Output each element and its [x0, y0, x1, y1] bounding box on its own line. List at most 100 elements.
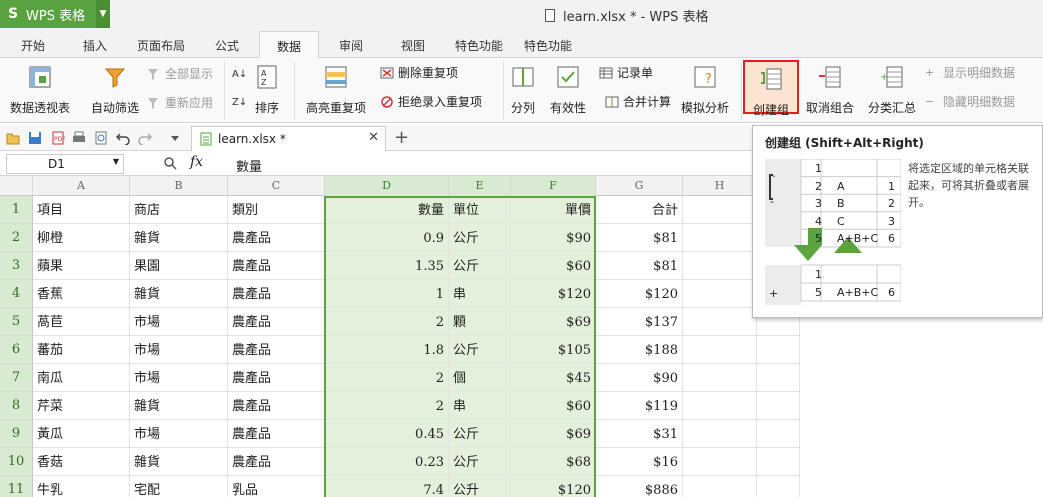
- table-cell[interactable]: 農產品: [228, 392, 325, 420]
- table-cell[interactable]: $120: [511, 476, 596, 497]
- table-cell[interactable]: [757, 420, 800, 448]
- pivot-table-button[interactable]: 数据透视表: [8, 64, 72, 116]
- close-icon[interactable]: ✕: [368, 130, 379, 145]
- table-cell[interactable]: 2: [325, 364, 449, 392]
- row-header[interactable]: 8: [0, 392, 33, 420]
- tab-insert[interactable]: 插入: [83, 37, 107, 54]
- zoom-icon[interactable]: [163, 156, 177, 170]
- save-icon[interactable]: [28, 131, 42, 145]
- table-cell[interactable]: 乳品: [228, 476, 325, 497]
- print-preview-icon[interactable]: [94, 131, 108, 145]
- table-cell[interactable]: 果園: [130, 252, 228, 280]
- table-cell[interactable]: [757, 336, 800, 364]
- create-group-button[interactable]: 创建组: [743, 60, 799, 117]
- table-cell[interactable]: 公斤: [449, 448, 511, 476]
- table-cell[interactable]: 2: [325, 392, 449, 420]
- ungroup-button[interactable]: 取消组合: [801, 64, 859, 116]
- table-cell[interactable]: [683, 336, 757, 364]
- tab-special-2[interactable]: 特色功能: [524, 37, 572, 54]
- table-cell[interactable]: $119: [596, 392, 683, 420]
- formula-input[interactable]: 數量: [236, 156, 262, 175]
- table-cell[interactable]: 農產品: [228, 308, 325, 336]
- table-cell[interactable]: $105: [511, 336, 596, 364]
- split-column-button[interactable]: 分列: [508, 64, 538, 116]
- table-cell[interactable]: $137: [596, 308, 683, 336]
- table-cell[interactable]: 商店: [130, 196, 228, 224]
- row-header[interactable]: 10: [0, 448, 33, 476]
- customize-toolbar-icon[interactable]: [168, 131, 182, 145]
- table-cell[interactable]: 公斤: [449, 336, 511, 364]
- table-cell[interactable]: 公斤: [449, 224, 511, 252]
- table-cell[interactable]: 農產品: [228, 224, 325, 252]
- row-header[interactable]: 4: [0, 280, 33, 308]
- table-cell[interactable]: 項目: [33, 196, 130, 224]
- table-cell[interactable]: [683, 392, 757, 420]
- table-cell[interactable]: [683, 224, 757, 252]
- table-cell[interactable]: 顆: [449, 308, 511, 336]
- consolidate-button[interactable]: 合并计算: [605, 93, 671, 110]
- table-cell[interactable]: 市場: [130, 420, 228, 448]
- table-cell[interactable]: $90: [596, 364, 683, 392]
- column-header-f[interactable]: F: [511, 176, 596, 196]
- show-detail-button[interactable]: + 显示明细数据: [925, 64, 1015, 81]
- table-cell[interactable]: $81: [596, 252, 683, 280]
- chevron-down-icon[interactable]: ▼: [113, 157, 119, 166]
- table-cell[interactable]: 蕃茄: [33, 336, 130, 364]
- record-form-button[interactable]: 记录单: [599, 64, 653, 81]
- table-cell[interactable]: 宅配: [130, 476, 228, 497]
- export-pdf-icon[interactable]: PDF: [51, 131, 65, 145]
- table-cell[interactable]: 數量: [325, 196, 449, 224]
- row-header[interactable]: 1: [0, 196, 33, 224]
- row-header[interactable]: 5: [0, 308, 33, 336]
- table-cell[interactable]: $60: [511, 392, 596, 420]
- table-cell[interactable]: [757, 364, 800, 392]
- table-cell[interactable]: 合計: [596, 196, 683, 224]
- table-cell[interactable]: 1: [325, 280, 449, 308]
- table-cell[interactable]: $886: [596, 476, 683, 497]
- table-cell[interactable]: 7.4: [325, 476, 449, 497]
- table-cell[interactable]: 0.23: [325, 448, 449, 476]
- table-cell[interactable]: 單價: [511, 196, 596, 224]
- table-cell[interactable]: 雜貨: [130, 392, 228, 420]
- table-cell[interactable]: [683, 280, 757, 308]
- table-cell[interactable]: 公升: [449, 476, 511, 497]
- app-menu-button[interactable]: S WPS 表格 ▼: [0, 0, 110, 28]
- column-header-a[interactable]: A: [33, 176, 130, 196]
- table-cell[interactable]: 市場: [130, 336, 228, 364]
- table-cell[interactable]: 萵苣: [33, 308, 130, 336]
- table-cell[interactable]: 蘋果: [33, 252, 130, 280]
- row-header[interactable]: 3: [0, 252, 33, 280]
- what-if-button[interactable]: ? 模拟分析: [675, 64, 735, 116]
- table-cell[interactable]: 0.9: [325, 224, 449, 252]
- table-cell[interactable]: 雜貨: [130, 280, 228, 308]
- column-header-b[interactable]: B: [130, 176, 228, 196]
- column-header-d[interactable]: D: [325, 176, 449, 196]
- table-cell[interactable]: 農產品: [228, 252, 325, 280]
- table-cell[interactable]: [683, 420, 757, 448]
- table-cell[interactable]: 雜貨: [130, 448, 228, 476]
- sort-descending-button[interactable]: Z↓: [231, 94, 249, 108]
- table-cell[interactable]: $68: [511, 448, 596, 476]
- subtotal-button[interactable]: + 分类汇总: [866, 64, 918, 116]
- table-cell[interactable]: $120: [511, 280, 596, 308]
- table-cell[interactable]: $69: [511, 308, 596, 336]
- validity-button[interactable]: 有效性: [544, 64, 592, 116]
- column-header-e[interactable]: E: [449, 176, 511, 196]
- table-cell[interactable]: 個: [449, 364, 511, 392]
- table-cell[interactable]: 市場: [130, 364, 228, 392]
- tab-view[interactable]: 视图: [401, 37, 425, 54]
- table-cell[interactable]: $81: [596, 224, 683, 252]
- table-cell[interactable]: 2: [325, 308, 449, 336]
- table-cell[interactable]: [683, 196, 757, 224]
- row-header[interactable]: 9: [0, 420, 33, 448]
- table-cell[interactable]: 農產品: [228, 420, 325, 448]
- tab-home[interactable]: 开始: [21, 37, 45, 54]
- table-cell[interactable]: [757, 448, 800, 476]
- table-cell[interactable]: 單位: [449, 196, 511, 224]
- table-cell[interactable]: [683, 308, 757, 336]
- tab-data[interactable]: 数据: [259, 31, 319, 59]
- table-cell[interactable]: 公斤: [449, 420, 511, 448]
- row-header[interactable]: 7: [0, 364, 33, 392]
- table-cell[interactable]: 雜貨: [130, 224, 228, 252]
- table-cell[interactable]: [683, 476, 757, 497]
